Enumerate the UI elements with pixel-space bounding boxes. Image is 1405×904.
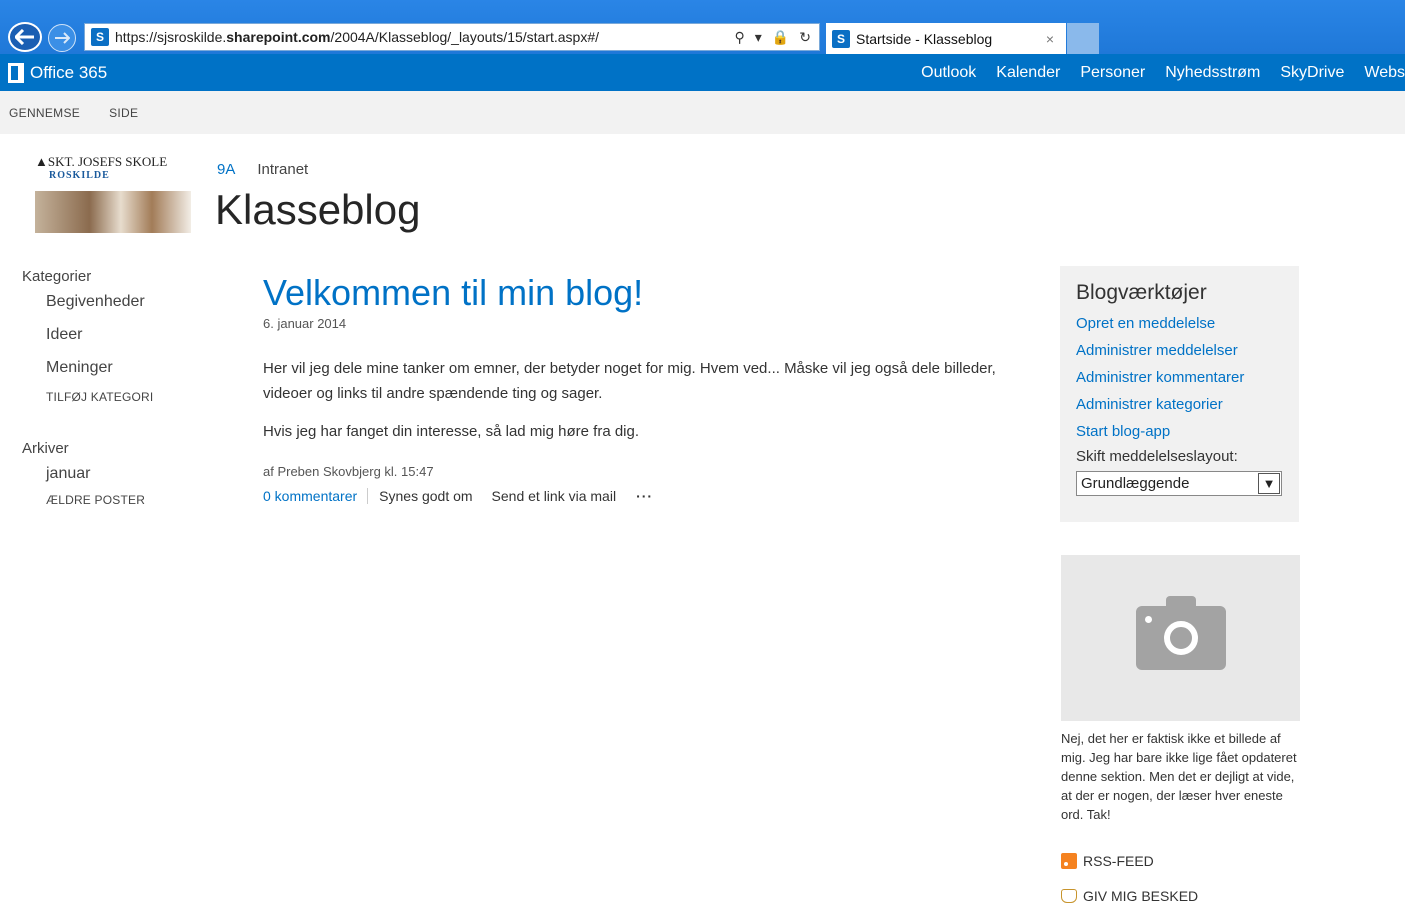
category-ideer[interactable]: Ideer <box>46 324 212 357</box>
breadcrumb: 9A Intranet <box>217 161 308 178</box>
launch-blog-app-link[interactable]: Start blog-app <box>1076 421 1283 448</box>
suite-link-skydrive[interactable]: SkyDrive <box>1280 64 1344 82</box>
email-link[interactable]: Send et link via mail <box>492 488 617 504</box>
tab-gennemse[interactable]: GENNEMSE <box>9 106 80 120</box>
logo-photo <box>35 191 191 233</box>
browser-toolbar: S https://sjsroskilde.sharepoint.com/200… <box>0 0 1405 54</box>
chevron-down-icon[interactable]: ▾ <box>755 29 762 46</box>
sharepoint-icon: S <box>91 28 109 46</box>
blog-tools-panel: Blogværktøjer Opret en meddelelse Admini… <box>1060 266 1299 522</box>
chevron-down-icon[interactable]: ▼ <box>1258 473 1280 494</box>
search-icon[interactable]: ⚲ <box>735 29 745 46</box>
suite-link-nyhedsstroem[interactable]: Nyhedsstrøm <box>1165 64 1260 82</box>
arrow-left-icon <box>15 29 34 45</box>
manage-categories-link[interactable]: Administrer kategorier <box>1076 394 1283 421</box>
browser-tab[interactable]: S Startside - Klasseblog × <box>826 23 1066 54</box>
suite-bar: Office 365 Outlook Kalender Personer Nyh… <box>0 54 1405 91</box>
comments-link[interactable]: 0 kommentarer <box>263 488 369 504</box>
post-actions: 0 kommentarer Synes godt om Send et link… <box>263 488 1043 504</box>
alert-me-link[interactable]: GIV MIG BESKED <box>1061 888 1198 904</box>
office-logo-icon <box>8 62 24 83</box>
logo-title: ▲SKT. JOSEFS SKOLE <box>35 154 168 169</box>
quick-launch: Kategorier Begivenheder Ideer Meninger T… <box>22 268 212 507</box>
ribbon: GENNEMSE SIDE <box>0 91 1405 134</box>
suite-link-kalender[interactable]: Kalender <box>996 64 1060 82</box>
categories-heading[interactable]: Kategorier <box>22 268 212 285</box>
suite-link-outlook[interactable]: Outlook <box>921 64 976 82</box>
sharepoint-icon: S <box>832 29 850 48</box>
arrow-right-icon <box>55 32 70 44</box>
rss-icon <box>1061 853 1077 869</box>
photo-caption: Nej, det her er faktisk ikke et billede … <box>1061 731 1297 822</box>
breadcrumb-current[interactable]: 9A <box>217 161 235 178</box>
camera-icon <box>1135 596 1226 670</box>
more-options-icon[interactable]: ··· <box>636 488 653 504</box>
post-paragraph: Her vil jeg dele mine tanker om emner, d… <box>263 360 996 402</box>
new-tab-button[interactable] <box>1067 23 1099 54</box>
school-crest-icon: ▲ <box>35 154 48 169</box>
add-category-link[interactable]: TILFØJ KATEGORI <box>46 390 212 440</box>
category-begivenheder[interactable]: Begivenheder <box>46 291 212 324</box>
rss-feed-link[interactable]: RSS-FEED <box>1061 853 1154 869</box>
breadcrumb-intranet[interactable]: Intranet <box>257 161 308 178</box>
logo-subtitle: ROSKILDE <box>49 170 110 181</box>
forward-button[interactable] <box>48 24 76 52</box>
tab-title: Startside - Klasseblog <box>856 30 993 47</box>
blog-post: Velkommen til min blog! 6. januar 2014 H… <box>263 272 1043 504</box>
refresh-icon[interactable]: ↻ <box>799 29 811 46</box>
layout-label: Skift meddelelseslayout: <box>1076 448 1238 465</box>
layout-select-value: Grundlæggende <box>1081 475 1190 492</box>
close-tab-icon[interactable]: × <box>1046 31 1054 47</box>
create-post-link[interactable]: Opret en meddelelse <box>1076 313 1283 340</box>
manage-posts-link[interactable]: Administrer meddelelser <box>1076 340 1283 367</box>
suite-link-websteder[interactable]: Webs <box>1364 64 1405 82</box>
manage-comments-link[interactable]: Administrer kommentarer <box>1076 367 1283 394</box>
alert-icon <box>1061 889 1077 903</box>
lock-icon: 🔒 <box>771 28 790 45</box>
profile-photo-placeholder <box>1061 555 1300 721</box>
tab-side[interactable]: SIDE <box>109 106 138 120</box>
blog-tools-title: Blogværktøjer <box>1076 281 1207 304</box>
site-logo[interactable]: ▲SKT. JOSEFS SKOLE ROSKILDE <box>35 154 191 236</box>
post-title[interactable]: Velkommen til min blog! <box>263 272 1043 314</box>
archive-heading[interactable]: Arkiver <box>22 440 212 457</box>
site-title: Klasseblog <box>215 186 421 233</box>
category-meninger[interactable]: Meninger <box>46 357 212 390</box>
like-link[interactable]: Synes godt om <box>379 488 472 504</box>
post-paragraph: Hvis jeg har fanget din interesse, så la… <box>263 423 640 440</box>
office365-brand[interactable]: Office 365 <box>8 62 107 83</box>
address-bar[interactable]: S https://sjsroskilde.sharepoint.com/200… <box>84 23 820 51</box>
suite-link-personer[interactable]: Personer <box>1080 64 1145 82</box>
post-body: Her vil jeg dele mine tanker om emner, d… <box>263 356 1043 444</box>
back-button[interactable] <box>8 22 42 52</box>
post-author: af Preben Skovbjerg kl. 15:47 <box>263 464 434 479</box>
older-posts-link[interactable]: ÆLDRE POSTER <box>46 493 212 507</box>
layout-select[interactable]: Grundlæggende ▼ <box>1076 471 1282 496</box>
archive-januar[interactable]: januar <box>46 463 212 493</box>
url-text: https://sjsroskilde.sharepoint.com/2004A… <box>115 29 600 45</box>
post-date: 6. januar 2014 <box>263 316 347 331</box>
